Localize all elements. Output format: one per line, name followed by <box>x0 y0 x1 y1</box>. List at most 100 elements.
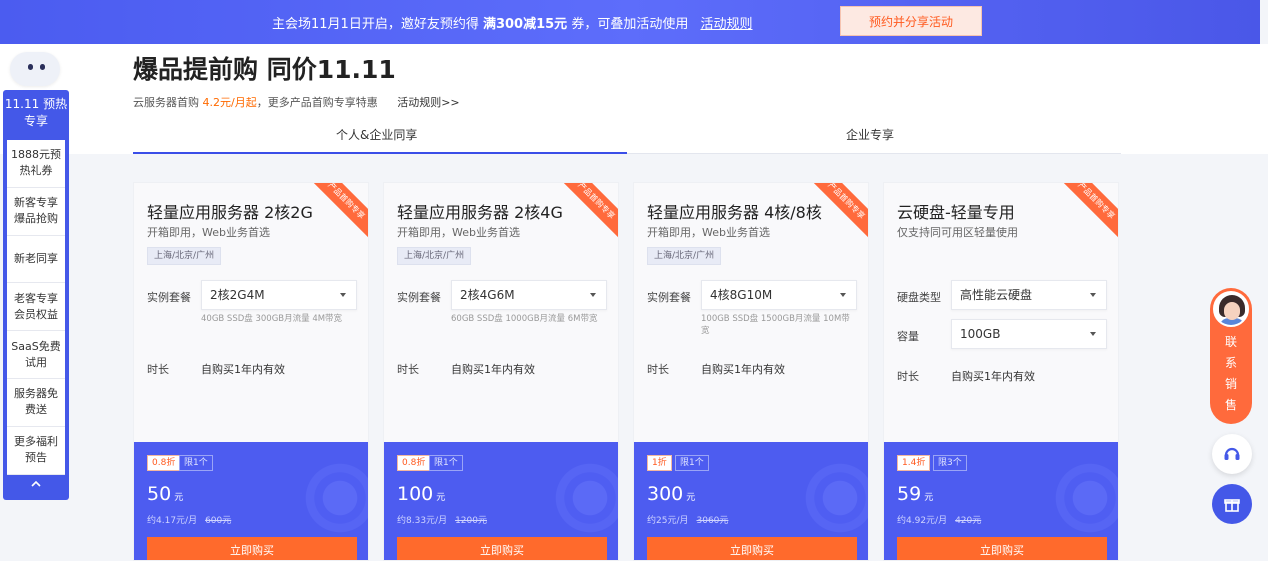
limit-badge: 限3个 <box>933 455 967 471</box>
limit-badge: 限1个 <box>429 455 463 471</box>
side-nav-list: 1888元预热礼券 新客专享爆品抢购 新老同享 老客专享会员权益 SaaS免费试… <box>7 140 65 475</box>
card-title: 轻量应用服务器 4核/8核 <box>647 203 822 222</box>
side-nav-item[interactable]: 更多福利预告 <box>7 427 65 475</box>
package-label: 实例套餐 <box>647 291 691 304</box>
price-panel: 1折 限1个 300 元 约25元/月 3060元 立即购买 <box>634 442 868 560</box>
price-sub: 约4.92元/月 420元 <box>897 516 982 526</box>
product-card: 产品首购专享 轻量应用服务器 2核2G 开箱即用，Web业务首选 上海/北京/广… <box>133 182 369 561</box>
duration-label: 时长 <box>647 363 669 376</box>
region-tag: 上海/北京/广州 <box>147 247 222 265</box>
price-value: 300 元 <box>647 483 696 505</box>
price-sub: 约4.17元/月 600元 <box>147 516 232 526</box>
package-select[interactable]: 2核4G6M <box>451 280 607 310</box>
caret-down-icon <box>840 293 846 297</box>
tab-enterprise[interactable]: 企业专享 <box>846 126 894 143</box>
limit-badge: 限1个 <box>675 455 709 471</box>
contact-sales-label: 联系销售 <box>1224 335 1237 412</box>
price-panel: 0.8折 限1个 100 元 约8.33元/月 1200元 立即购买 <box>384 442 618 560</box>
duration-label: 时长 <box>397 363 419 376</box>
promo-rules-link[interactable]: 活动规则 <box>700 17 752 32</box>
caret-down-icon <box>1090 293 1096 297</box>
package-label: 实例套餐 <box>397 291 441 304</box>
price-value: 50 元 <box>147 483 184 505</box>
discount-badge: 0.8折 <box>147 455 181 471</box>
promo-banner: 主会场11月1日开启，邀好友预约得 满300减15元 券，可叠加活动使用 活动规… <box>0 0 1260 44</box>
duration-value: 自购买1年内有效 <box>201 363 285 376</box>
sales-avatar <box>1213 291 1249 327</box>
duration-label: 时长 <box>897 370 919 383</box>
capacity-label: 容量 <box>897 330 919 343</box>
region-tag: 上海/北京/广州 <box>647 247 722 265</box>
caret-down-icon <box>340 293 346 297</box>
card-desc: 开箱即用，Web业务首选 <box>647 226 770 239</box>
gift-icon[interactable] <box>1212 484 1252 524</box>
capacity-select[interactable]: 100GB <box>951 319 1107 349</box>
side-nav-item[interactable]: 老客专享会员权益 <box>7 283 65 332</box>
spec-text: 40GB SSD盘 300GB月流量 4M带宽 <box>201 314 343 324</box>
spec-text: 100GB SSD盘 1500GB月流量 10M带宽 <box>701 314 850 336</box>
product-card: 产品首购专享 轻量应用服务器 2核4G 开箱即用，Web业务首选 上海/北京/广… <box>383 182 619 561</box>
caret-down-icon <box>590 293 596 297</box>
side-nav-item[interactable]: 1888元预热礼券 <box>7 140 65 188</box>
side-nav-item[interactable]: 服务器免费送 <box>7 379 65 427</box>
price-panel: 1.4折 限3个 59 元 约4.92元/月 420元 立即购买 <box>884 442 1118 560</box>
buy-now-button[interactable]: 立即购买 <box>647 537 857 560</box>
price-value: 100 元 <box>397 483 446 505</box>
chevron-up-icon[interactable] <box>3 478 69 498</box>
disk-type-label: 硬盘类型 <box>897 291 941 304</box>
disk-type-select[interactable]: 高性能云硬盘 <box>951 280 1107 310</box>
package-label: 实例套餐 <box>147 291 191 304</box>
side-nav-header[interactable]: 11.11 预热专享 <box>3 90 69 138</box>
side-nav-item[interactable]: SaaS免费试用 <box>7 331 65 379</box>
price-sub: 约25元/月 3060元 <box>647 516 729 526</box>
duration-value: 自购买1年内有效 <box>951 370 1035 383</box>
tab-personal-enterprise[interactable]: 个人&企业同享 <box>336 126 417 143</box>
buy-now-button[interactable]: 立即购买 <box>147 537 357 560</box>
duration-label: 时长 <box>147 363 169 376</box>
page-title: 爆品提前购 同价11.11 <box>133 55 396 84</box>
card-title: 云硬盘-轻量专用 <box>897 203 1015 222</box>
card-desc: 开箱即用，Web业务首选 <box>397 226 520 239</box>
package-select[interactable]: 4核8G10M <box>701 280 857 310</box>
mascot-icon <box>6 46 62 90</box>
decorative-disc <box>1050 458 1118 538</box>
spec-text: 60GB SSD盘 1000GB月流量 6M带宽 <box>451 314 598 324</box>
decorative-disc <box>300 458 368 538</box>
caret-down-icon <box>1090 332 1096 336</box>
price-panel: 0.8折 限1个 50 元 约4.17元/月 600元 立即购买 <box>134 442 368 560</box>
package-select[interactable]: 2核2G4M <box>201 280 357 310</box>
reserve-share-button[interactable]: 预约并分享活动 <box>840 6 982 36</box>
decorative-disc <box>550 458 618 538</box>
first-purchase-ribbon: 产品首购专享 <box>1053 183 1118 244</box>
duration-value: 自购买1年内有效 <box>451 363 535 376</box>
header-rules-link[interactable]: 活动规则>> <box>397 96 459 109</box>
card-title: 轻量应用服务器 2核2G <box>147 203 313 222</box>
tab-divider <box>627 153 1121 154</box>
limit-badge: 限1个 <box>179 455 213 471</box>
tab-active-indicator <box>133 152 627 154</box>
promo-text: 主会场11月1日开启，邀好友预约得 满300减15元 券，可叠加活动使用 活动规… <box>272 17 753 32</box>
discount-badge: 1折 <box>647 455 672 471</box>
region-tag: 上海/北京/广州 <box>397 247 472 265</box>
page-subtitle: 云服务器首购 4.2元/月起，更多产品首购专享特惠 活动规则>> <box>133 96 460 109</box>
card-desc: 开箱即用，Web业务首选 <box>147 226 270 239</box>
first-purchase-ribbon: 产品首购专享 <box>303 183 368 244</box>
product-card: 产品首购专享 云硬盘-轻量专用 仅支持同可用区轻量使用 硬盘类型 高性能云硬盘 … <box>883 182 1119 561</box>
price-value: 59 元 <box>897 483 934 505</box>
side-nav: 11.11 预热专享 1888元预热礼券 新客专享爆品抢购 新老同享 老客专享会… <box>3 90 69 500</box>
buy-now-button[interactable]: 立即购买 <box>397 537 607 560</box>
card-title: 轻量应用服务器 2核4G <box>397 203 563 222</box>
price-sub: 约8.33元/月 1200元 <box>397 516 487 526</box>
side-nav-item[interactable]: 新客专享爆品抢购 <box>7 188 65 236</box>
side-nav-item[interactable]: 新老同享 <box>7 236 65 284</box>
buy-now-button[interactable]: 立即购买 <box>897 537 1107 560</box>
first-purchase-ribbon: 产品首购专享 <box>553 183 618 244</box>
decorative-disc <box>800 458 868 538</box>
contact-sales-button[interactable]: 联系销售 <box>1210 288 1252 424</box>
customer-support-icon[interactable] <box>1212 434 1252 474</box>
discount-badge: 1.4折 <box>897 455 931 471</box>
card-desc: 仅支持同可用区轻量使用 <box>897 226 1018 239</box>
product-card: 产品首购专享 轻量应用服务器 4核/8核 开箱即用，Web业务首选 上海/北京/… <box>633 182 869 561</box>
discount-badge: 0.8折 <box>397 455 431 471</box>
duration-value: 自购买1年内有效 <box>701 363 785 376</box>
